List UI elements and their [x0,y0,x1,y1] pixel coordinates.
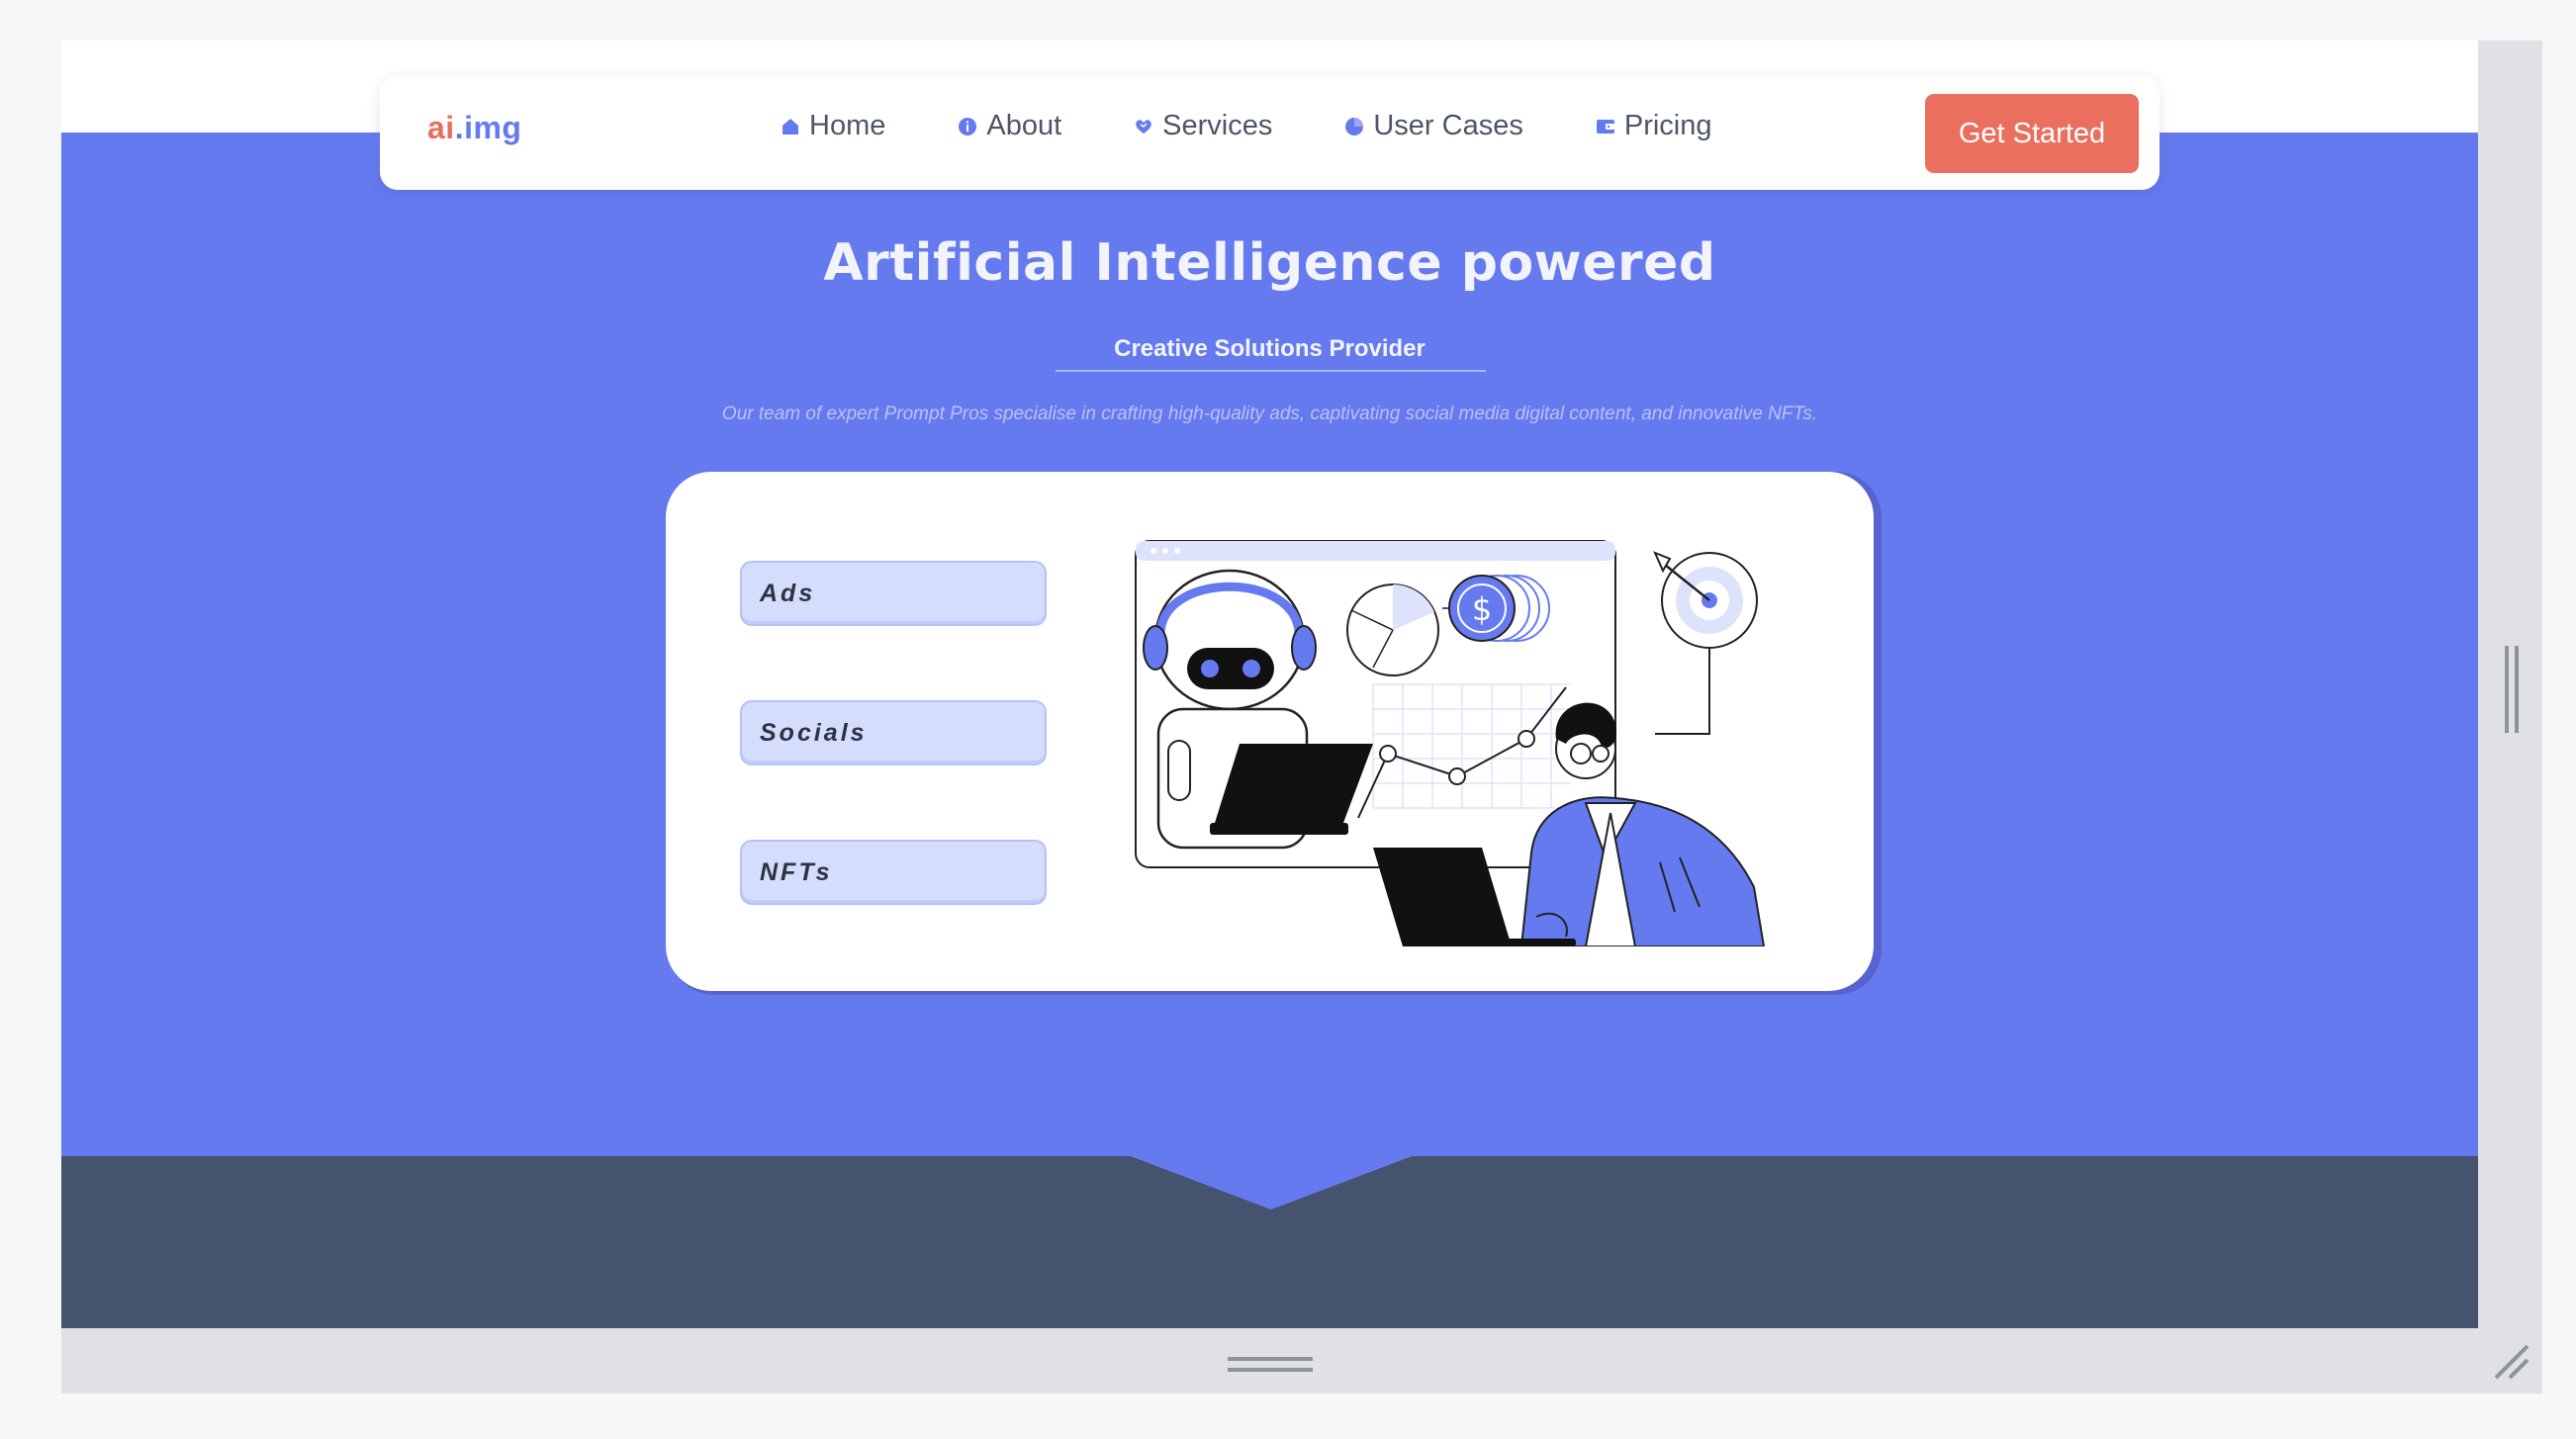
nav-item-user-cases[interactable]: User Cases [1343,110,1523,142]
services-icon [1136,119,1151,134]
home-icon [782,118,798,135]
hero-description: Our team of expert Prompt Pros specialis… [721,404,1818,424]
nav-item-home[interactable]: Home [780,110,885,142]
pie-chart-icon [1345,117,1364,135]
currency-symbol: $ [1472,590,1492,628]
navbar: ai.img Home About Services User Cases Pr… [380,76,2160,190]
page-viewport: ai.img Home About Services User Cases Pr… [61,41,2478,1328]
logo-part-1: ai [427,110,455,145]
services-card: Ads Socials NFTs $ [666,472,1874,991]
logo-part-2: .img [454,110,522,145]
nav-item-services[interactable]: Services [1133,110,1272,142]
nav-item-services-label: Services [1162,110,1273,141]
nav-item-about[interactable]: About [957,110,1061,142]
nav-menu: Home About Services User Cases Pricing [780,110,1712,142]
logo[interactable]: ai.img [427,110,521,146]
nav-item-home-label: Home [809,110,886,141]
service-ads-button[interactable]: Ads [740,561,1047,626]
nav-item-pricing[interactable]: Pricing [1595,110,1712,142]
nav-item-pricing-label: Pricing [1623,110,1712,141]
nav-item-user-cases-label: User Cases [1373,110,1523,141]
nav-item-about-label: About [986,110,1062,141]
section-divider-arrow [1128,1155,1415,1210]
wallet-icon [1596,119,1614,134]
service-socials-button[interactable]: Socials [740,700,1047,765]
hero-title: Artificial Intelligence powered [823,233,1716,293]
ai-robot-analytics-illustration: $ [1135,540,1766,946]
vertical-scroll-grip-icon[interactable] [2504,646,2520,733]
subtitle-divider [1056,370,1486,372]
info-icon [959,117,977,135]
get-started-button[interactable]: Get Started [1925,94,2139,173]
resize-handle-icon[interactable] [2490,1340,2531,1382]
service-nfts-button[interactable]: NFTs [740,840,1047,905]
horizontal-scroll-grip-icon[interactable] [1228,1355,1313,1375]
hero-subtitle: Creative Solutions Provider [1114,335,1426,362]
